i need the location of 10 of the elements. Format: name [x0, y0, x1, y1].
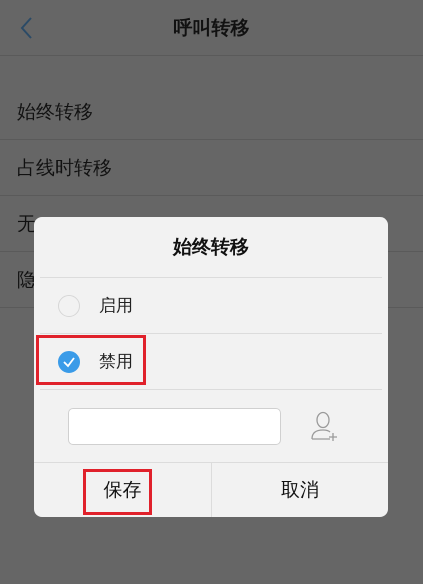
option-label[interactable]: 禁用: [99, 350, 133, 373]
page-title: 呼叫转移: [174, 16, 250, 40]
dialog-button[interactable]: 保存: [34, 463, 210, 517]
dialog-title: 始终转移: [40, 217, 382, 278]
check-icon: [62, 356, 76, 368]
option-label[interactable]: 启用: [99, 294, 133, 317]
number-field[interactable]: [68, 408, 281, 444]
back-icon[interactable]: [19, 16, 33, 40]
dialog-button[interactable]: 取消: [210, 463, 388, 517]
radio-button[interactable]: [58, 350, 80, 372]
